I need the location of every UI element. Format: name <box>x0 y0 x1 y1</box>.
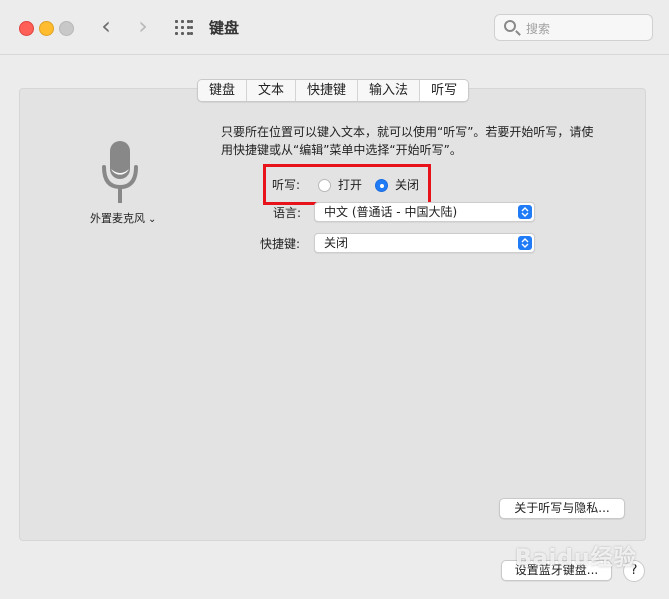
up-down-arrows-icon <box>518 236 532 250</box>
tab-keyboard[interactable]: 键盘 <box>198 80 248 101</box>
language-select[interactable]: 中文 (普通话 - 中国大陆) <box>314 202 535 222</box>
language-label: 语言: <box>273 206 302 220</box>
language-value: 中文 (普通话 - 中国大陆) <box>324 205 458 219</box>
microphone-label: 外置麦克风 <box>90 212 145 225</box>
up-down-arrows-icon <box>518 205 532 219</box>
zoom-window-button[interactable] <box>59 21 74 36</box>
dictation-on-radio[interactable] <box>318 179 331 192</box>
keyboard-preferences-window: ‹ › 键盘 键盘 文本 快捷键 输入法 听写 外置麦克风⌄ 只要所在位置可以键… <box>0 0 669 599</box>
show-all-grid-icon[interactable] <box>175 20 193 36</box>
chevron-left-icon[interactable]: ‹ <box>95 14 117 38</box>
tab-shortcuts[interactable]: 快捷键 <box>296 80 359 101</box>
search-field[interactable] <box>494 14 653 41</box>
chevron-right-icon[interactable]: › <box>132 14 154 38</box>
tab-text[interactable]: 文本 <box>247 80 297 101</box>
tab-bar: 键盘 文本 快捷键 输入法 听写 <box>197 79 470 102</box>
shortcut-label: 快捷键: <box>260 237 301 251</box>
microphone-source-selector[interactable]: 外置麦克风 ⌄ <box>90 210 156 226</box>
dictation-off-label[interactable]: 关闭 <box>395 176 419 193</box>
tab-dictation[interactable]: 听写 <box>420 80 469 101</box>
tab-input-sources[interactable]: 输入法 <box>358 80 421 101</box>
shortcut-value: 关闭 <box>324 236 349 250</box>
close-window-button[interactable] <box>19 21 34 36</box>
dictation-off-radio[interactable] <box>375 179 388 192</box>
dictation-description: 只要所在位置可以键入文本，就可以使用“听写”。若要开始听写，请使用快捷键或从“编… <box>221 125 594 157</box>
about-dictation-privacy-button[interactable]: 关于听写与隐私... <box>499 498 625 519</box>
search-input[interactable] <box>524 18 646 40</box>
dictation-on-label[interactable]: 打开 <box>338 176 362 193</box>
minimize-window-button[interactable] <box>39 21 54 36</box>
chevron-down-icon: ⌄ <box>148 214 157 225</box>
window-title: 键盘 <box>209 19 240 37</box>
title-bar: ‹ › 键盘 <box>0 0 669 55</box>
microphone-icon <box>100 139 140 205</box>
shortcut-select[interactable]: 关闭 <box>314 233 535 253</box>
search-icon <box>504 20 516 32</box>
dictation-label: 听写: <box>272 178 301 192</box>
watermark-logo: Baidu经验 <box>515 546 637 571</box>
